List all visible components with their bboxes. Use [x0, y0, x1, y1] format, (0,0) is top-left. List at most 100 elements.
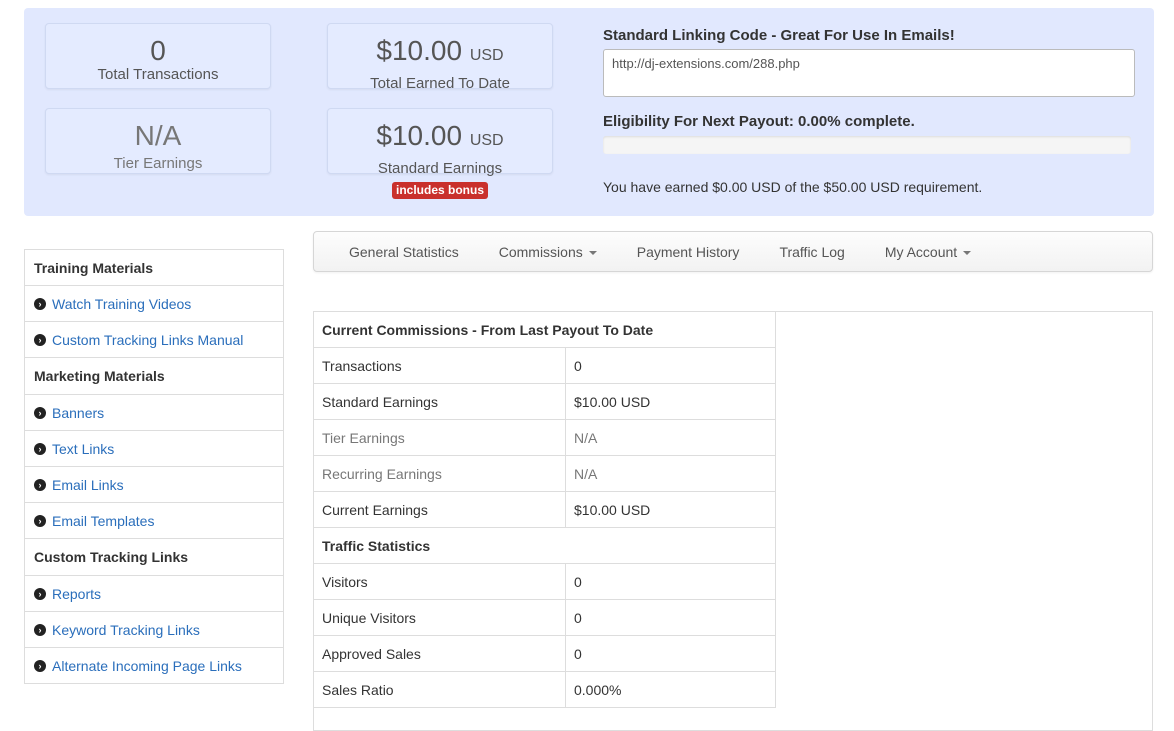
summary-panel: 0 Total Transactions $10.00 USD Total Ea…: [24, 8, 1154, 216]
row-value: N/A: [565, 419, 776, 456]
sidebar-link-label: Email Links: [52, 476, 124, 493]
row-label: Transactions: [313, 347, 566, 384]
nav-item[interactable]: My Account: [865, 244, 991, 260]
sidebar-section-heading: Marketing Materials: [24, 358, 284, 395]
row-label: Standard Earnings: [313, 383, 566, 420]
sidebar-link-label: Alternate Incoming Page Links: [52, 657, 242, 674]
sidebar-link[interactable]: › Text Links: [24, 431, 284, 467]
row-label: Approved Sales: [313, 635, 566, 672]
linking-code-title: Standard Linking Code - Great For Use In…: [603, 27, 955, 44]
arrow-circle-right-icon: ›: [34, 406, 46, 419]
sidebar-link[interactable]: › Watch Training Videos: [24, 286, 284, 322]
row-value: $10.00 USD: [565, 383, 776, 420]
total-transactions-label: Total Transactions: [97, 66, 219, 83]
table-row: Standard Earnings $10.00 USD: [313, 383, 776, 420]
total-earned-label: Total Earned To Date: [370, 75, 510, 92]
nav-item-label: General Statistics: [349, 243, 459, 260]
row-label: Sales Ratio: [313, 671, 566, 708]
table-row: Approved Sales 0: [313, 635, 776, 672]
total-earned-unit: USD: [469, 47, 504, 64]
tier-earnings-value: N/A: [134, 120, 182, 151]
sidebar-link-label: Text Links: [52, 440, 115, 457]
sidebar-menu: Training Materials › Watch Training Videos…: [24, 249, 284, 684]
tier-earnings-box: N/A Tier Earnings: [45, 108, 271, 174]
section-title: Current Commissions - From Last Payout T…: [313, 311, 776, 348]
table-row: Unique Visitors 0: [313, 599, 776, 636]
sidebar-link[interactable]: › Alternate Incoming Page Links: [24, 648, 284, 684]
nav-item-label: Traffic Log: [779, 243, 845, 260]
nav-item-label: Commissions: [498, 243, 583, 260]
section-title: Traffic Statistics: [313, 527, 776, 564]
payout-eligibility-title: Eligibility For Next Payout: 0.00% compl…: [603, 113, 915, 130]
caret-down-icon: [588, 250, 597, 255]
arrow-circle-right-icon: ›: [34, 587, 46, 600]
arrow-circle-right-icon: ›: [34, 659, 46, 672]
row-value: 0: [565, 635, 776, 672]
nav-item[interactable]: Traffic Log: [759, 244, 864, 260]
stats-navbar: General Statistics Commissions Payment His…: [313, 231, 1153, 272]
caret-down-icon: [963, 250, 972, 255]
row-value: $10.00 USD: [565, 491, 776, 528]
commissions-table: Current Commissions - From Last Payout T…: [313, 311, 776, 708]
includes-bonus-badge: includes bonus: [392, 182, 488, 199]
total-transactions-box: 0 Total Transactions: [45, 23, 271, 89]
textarea-resize-handle[interactable]: [1121, 89, 1129, 97]
row-label: Unique Visitors: [313, 599, 566, 636]
row-label: Current Earnings: [313, 491, 566, 528]
sidebar-link-label: Watch Training Videos: [52, 295, 192, 312]
table-row: Visitors 0: [313, 563, 776, 600]
sidebar-section-heading: Custom Tracking Links: [24, 539, 284, 576]
sidebar-link-label: Banners: [52, 404, 105, 421]
arrow-circle-right-icon: ›: [34, 623, 46, 636]
nav-item[interactable]: General Statistics: [314, 244, 479, 260]
sidebar-link[interactable]: › Email Links: [24, 467, 284, 503]
row-label: Visitors: [313, 563, 566, 600]
standard-earnings-amount: $10.00: [376, 120, 463, 151]
nav-item[interactable]: Payment History: [617, 244, 760, 260]
linking-code-textarea[interactable]: http://dj-extensions.com/288.php: [603, 49, 1135, 97]
total-earned-box: $10.00 USD Total Earned To Date: [327, 23, 553, 92]
table-row: Recurring Earnings N/A: [313, 455, 776, 492]
arrow-circle-right-icon: ›: [34, 514, 46, 527]
standard-earnings-value: $10.00 USD: [328, 121, 552, 156]
standard-earnings-unit: USD: [469, 132, 504, 149]
tier-earnings-label: Tier Earnings: [113, 155, 203, 172]
sidebar-link[interactable]: › Email Templates: [24, 503, 284, 539]
nav-item[interactable]: Commissions: [479, 244, 617, 260]
row-value: 0: [565, 599, 776, 636]
table-row: Transactions 0: [313, 347, 776, 384]
nav-item-label: Payment History: [636, 243, 740, 260]
sidebar-link[interactable]: › Keyword Tracking Links: [24, 612, 284, 648]
row-label: Recurring Earnings: [313, 455, 566, 492]
total-earned-value: $10.00 USD: [328, 36, 552, 71]
table-section-header: Current Commissions - From Last Payout T…: [313, 311, 776, 348]
arrow-circle-right-icon: ›: [34, 442, 46, 455]
arrow-circle-right-icon: ›: [34, 297, 46, 310]
total-earned-amount: $10.00: [376, 35, 463, 66]
arrow-circle-right-icon: ›: [34, 333, 46, 346]
sidebar-link[interactable]: › Custom Tracking Links Manual: [24, 322, 284, 358]
table-row: Sales Ratio 0.000%: [313, 671, 776, 708]
sidebar-link-label: Keyword Tracking Links: [52, 621, 200, 638]
row-value: 0.000%: [565, 671, 776, 708]
sidebar-link-label: Email Templates: [52, 512, 155, 529]
standard-earnings-label: Standard Earnings: [377, 160, 503, 177]
standard-earnings-box: $10.00 USD Standard Earnings: [327, 108, 553, 177]
table-section-header: Traffic Statistics: [313, 527, 776, 564]
row-value: N/A: [565, 455, 776, 492]
row-value: 0: [565, 347, 776, 384]
payout-progress-bar: [603, 136, 1131, 154]
table-row: Current Earnings $10.00 USD: [313, 491, 776, 528]
nav-item-label: My Account: [884, 243, 958, 260]
arrow-circle-right-icon: ›: [34, 478, 46, 491]
sidebar-link-label: Custom Tracking Links Manual: [52, 331, 244, 348]
sidebar-link[interactable]: › Banners: [24, 395, 284, 431]
payout-earned-text: You have earned $0.00 USD of the $50.00 …: [603, 179, 983, 195]
row-value: 0: [565, 563, 776, 600]
table-row: Tier Earnings N/A: [313, 419, 776, 456]
sidebar-section-heading: Training Materials: [24, 249, 284, 286]
sidebar-link[interactable]: › Reports: [24, 576, 284, 612]
sidebar-link-label: Reports: [52, 585, 102, 602]
total-transactions-value: 0: [150, 35, 166, 66]
row-label: Tier Earnings: [313, 419, 566, 456]
